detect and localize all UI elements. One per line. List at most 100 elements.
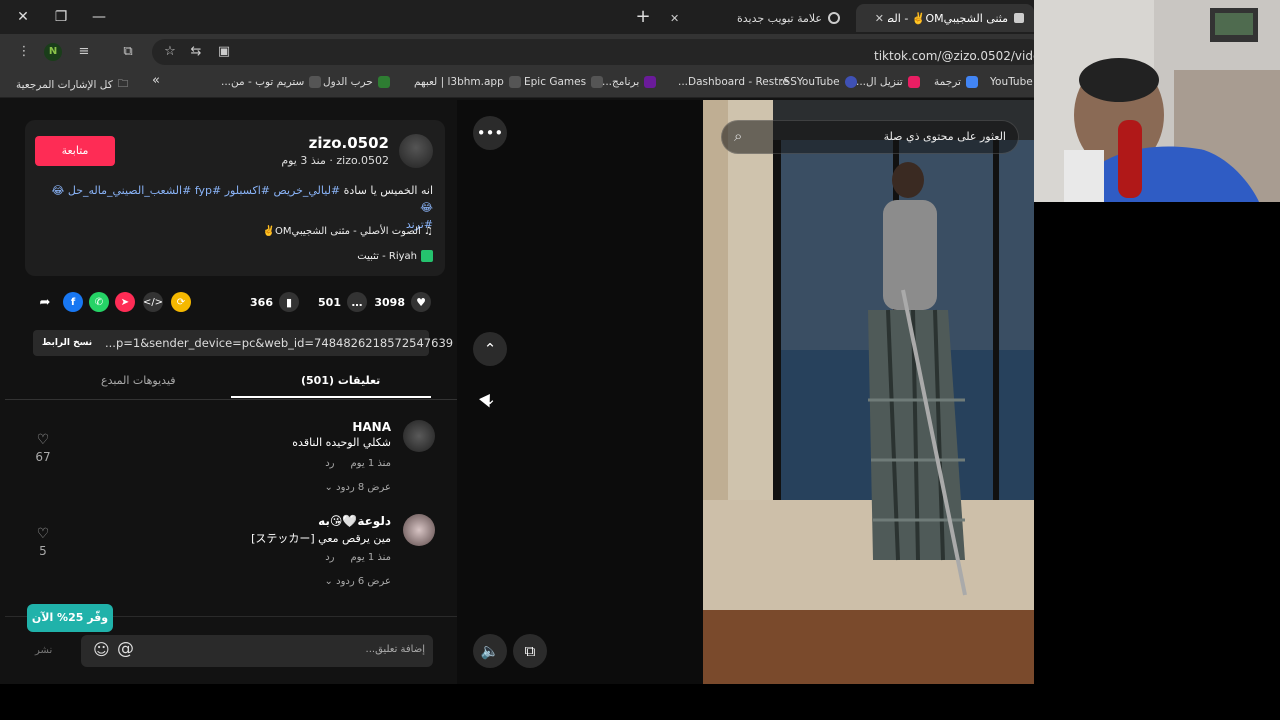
- comment-text: شكلي الوحيده الناقده: [292, 436, 391, 449]
- chrome-icon: [828, 12, 840, 24]
- view-replies-label: عرض 6 ردود: [336, 576, 391, 587]
- webcam-feed: [1034, 0, 1280, 202]
- send-icon[interactable]: ➤: [115, 292, 135, 312]
- like-action[interactable]: 3098 ♥: [374, 290, 431, 314]
- bookmark-label: YouTube: [990, 76, 1033, 88]
- close-tab-icon[interactable]: ✕: [670, 12, 679, 25]
- video-player[interactable]: ⌕ العثور على محتوى ذي صلة: [703, 100, 1034, 684]
- share-arrow-icon[interactable]: ➦: [35, 292, 55, 312]
- star-icon[interactable]: ☆: [160, 42, 180, 62]
- bookmark-label: SSYouTube:: [780, 76, 840, 88]
- bookmark-item[interactable]: حرب الدول: [323, 76, 390, 88]
- bookmark-item[interactable]: Epic Games: [524, 76, 604, 88]
- comment-item: دلوعة🤍😘به مين يرقص معي [ステッカー] منذ 1 يوم…: [5, 514, 457, 594]
- embed-icon[interactable]: </>: [143, 292, 163, 312]
- bookmark-item[interactable]: برنامج...: [602, 76, 657, 88]
- close-tab-icon[interactable]: ✕: [875, 12, 884, 25]
- music-link[interactable]: ♫ الصوت الأصلي - مثنى الشجيبيOM✌️: [263, 226, 433, 237]
- picture-in-picture-icon[interactable]: ⧉: [513, 634, 547, 668]
- view-replies-button[interactable]: عرض 6 ردود ⌄: [325, 576, 391, 587]
- effect-icon: [421, 250, 433, 262]
- video-search-bar[interactable]: ⌕ العثور على محتوى ذي صلة: [721, 120, 1019, 154]
- translate-icon[interactable]: ⇆: [186, 42, 206, 62]
- menu-dots-icon[interactable]: ⋮: [14, 42, 34, 62]
- emoji-icon[interactable]: ☺: [93, 640, 110, 659]
- bookmark-icon[interactable]: ▮: [279, 292, 299, 312]
- view-replies-label: عرض 8 ردود: [336, 482, 391, 493]
- comment-count: 501: [318, 295, 341, 309]
- search-icon[interactable]: ⌕: [734, 127, 742, 145]
- bookmarks-overflow-button[interactable]: »: [152, 73, 160, 88]
- commenter-avatar[interactable]: [403, 514, 435, 546]
- commenter-name[interactable]: HANA: [352, 420, 391, 434]
- promo-badge[interactable]: وفّر 25% الآن: [27, 604, 113, 632]
- author-avatar[interactable]: [399, 134, 433, 168]
- volume-icon[interactable]: 🔈: [473, 634, 507, 668]
- bookmark-item[interactable]: ستريم توب - من...: [221, 76, 322, 88]
- tab-comments[interactable]: تعليقات (501): [301, 374, 380, 387]
- repost-icon[interactable]: ⟳: [171, 292, 191, 312]
- more-options-icon[interactable]: •••: [473, 116, 507, 150]
- bookmark-item[interactable]: ترجمة: [934, 76, 978, 88]
- comment-heart-icon[interactable]: ♡: [33, 526, 53, 542]
- tab-new-tab[interactable]: علامة تبويب جديدة ✕: [660, 4, 850, 32]
- post-actions: 3098 ♥ 501 … 366 ▮ ⟳ </> ➤ ✆ f ➦: [25, 290, 445, 314]
- new-tab-button[interactable]: +: [632, 6, 654, 28]
- comment-heart-icon[interactable]: ♡: [33, 432, 53, 448]
- comment-meta: منذ 1 يوم رد: [325, 552, 391, 563]
- address-bar[interactable]: ☆ ⇆ ▣ tiktok.com/@zizo.0502/video/7: [152, 39, 1034, 65]
- bookmark-item[interactable]: l3bhm.app | لعبهم: [414, 76, 521, 88]
- bookmark-label: ترجمة: [934, 76, 961, 88]
- post-card: متابعة zizo.0502 zizo.0502 · منذ 3 يوم ا…: [25, 120, 445, 276]
- comment-input[interactable]: ☺ @ إضافة تعليق...: [81, 635, 433, 667]
- install-app-icon[interactable]: ▣: [214, 42, 234, 62]
- comment-action[interactable]: 501 …: [318, 290, 367, 314]
- facebook-icon[interactable]: f: [63, 292, 83, 312]
- post-comment-button[interactable]: نشر: [35, 645, 52, 656]
- reply-button[interactable]: رد: [325, 458, 334, 469]
- comment-like-count: 67: [35, 450, 51, 464]
- globe-icon: [508, 76, 521, 88]
- tab-tiktok[interactable]: مثنى الشجيبيOM✌️ - الصوت ✕: [856, 4, 1034, 32]
- copy-link-button[interactable]: نسخ الرابط: [37, 333, 97, 353]
- heart-icon[interactable]: ♥: [411, 292, 431, 312]
- view-replies-button[interactable]: عرض 8 ردود ⌄: [325, 482, 391, 493]
- bookmark-item[interactable]: تنزيل ال...: [856, 76, 920, 88]
- author-username[interactable]: zizo.0502: [309, 134, 389, 152]
- extensions-icon[interactable]: ⧉: [118, 42, 138, 62]
- reply-button[interactable]: رد: [325, 552, 334, 563]
- whatsapp-icon[interactable]: ✆: [89, 292, 109, 312]
- bookmark-item[interactable]: YouTube: [990, 76, 1033, 88]
- chevron-down-icon: ⌄: [324, 576, 333, 587]
- bookmark-label: تنزيل ال...: [856, 76, 903, 88]
- all-bookmarks-folder[interactable]: 🗀 كل الإشارات المرجعية: [16, 76, 128, 94]
- comment-time: منذ 1 يوم: [350, 458, 391, 469]
- bookmark-favicon-icon: [907, 76, 920, 88]
- bookmark-label: ستريم توب - من...: [221, 76, 305, 88]
- media-controls-icon[interactable]: ≡: [74, 42, 94, 62]
- share-link-text[interactable]: ...p=1&sender_device=pc&web_id=748482621…: [105, 336, 453, 350]
- music-label: الصوت الأصلي - مثنى الشجيبيOM✌️: [262, 226, 421, 237]
- follow-button[interactable]: متابعة: [35, 136, 115, 166]
- minimize-window-button[interactable]: —: [88, 6, 110, 28]
- commenter-name[interactable]: دلوعة🤍😘به: [318, 514, 391, 528]
- comment-item: HANA شكلي الوحيده الناقده منذ 1 يوم رد ع…: [5, 420, 457, 500]
- restore-window-button[interactable]: ❐: [50, 6, 72, 28]
- webcam-overlay: [1034, 0, 1280, 202]
- close-window-button[interactable]: ✕: [12, 6, 34, 28]
- caption-text: انه الخميس يا سادة: [340, 184, 433, 197]
- save-action[interactable]: 366 ▮: [250, 290, 299, 314]
- bookmark-item[interactable]: Dashboard - Restre...: [678, 76, 789, 88]
- effect-link[interactable]: Riyah - تثبيت: [357, 250, 433, 262]
- bookmark-item[interactable]: SSYouTube:: [780, 76, 857, 88]
- profile-avatar[interactable]: N: [44, 43, 62, 61]
- previous-video-icon[interactable]: ⌃: [473, 332, 507, 366]
- comment-bubble-icon[interactable]: …: [347, 292, 367, 312]
- mention-icon[interactable]: @: [117, 639, 134, 659]
- like-count: 3098: [374, 295, 405, 309]
- comment-like-count: 5: [39, 544, 47, 558]
- commenter-avatar[interactable]: [403, 420, 435, 452]
- comments-tabs: تعليقات (501) فيديوهات المبدع: [5, 368, 457, 400]
- tab-bar: ✕ ❐ — + علامة تبويب جديدة ✕ مثنى الشجيبي…: [0, 0, 1034, 34]
- tab-creator-videos[interactable]: فيديوهات المبدع: [101, 374, 176, 387]
